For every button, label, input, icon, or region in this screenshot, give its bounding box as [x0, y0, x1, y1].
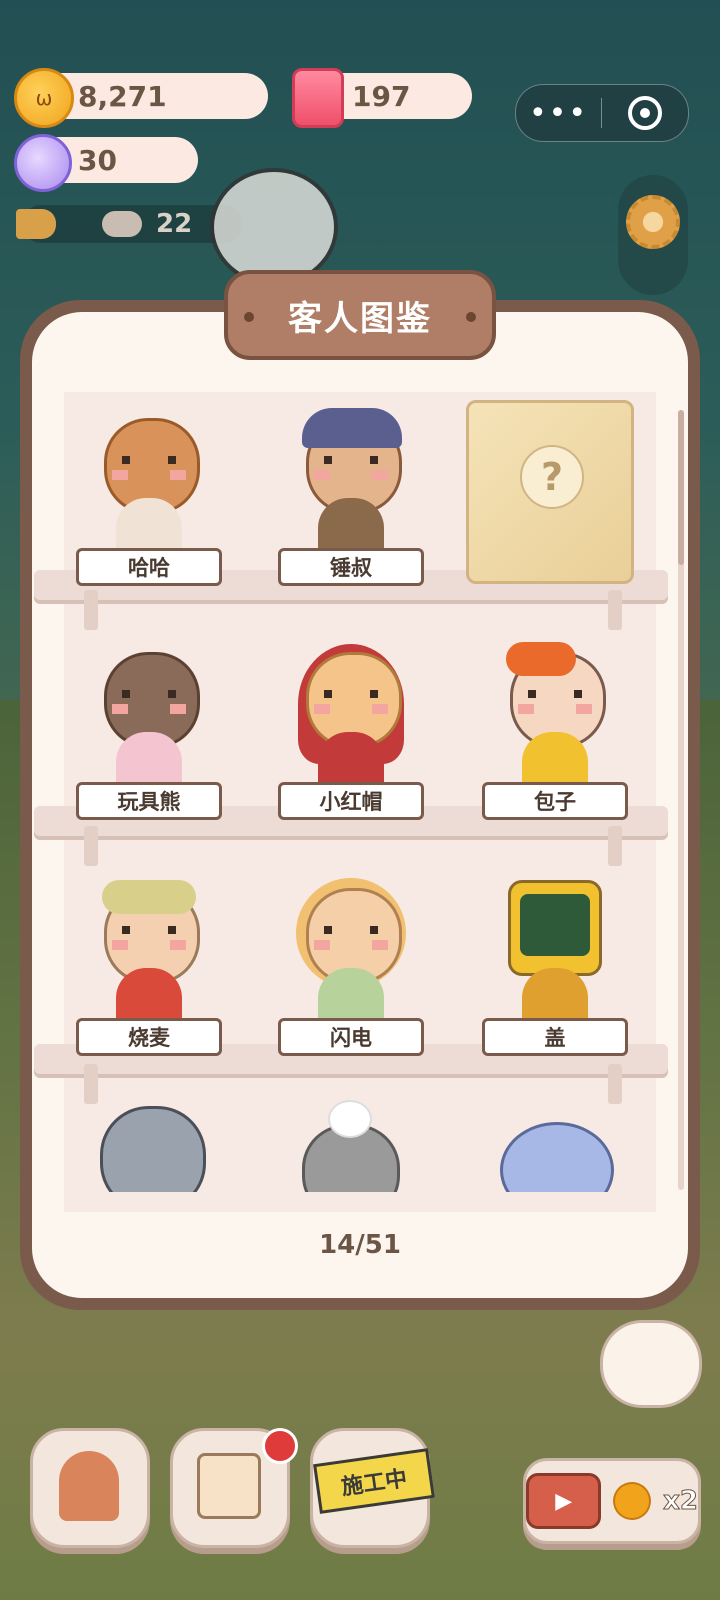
miniprogram-capsule: •••: [515, 84, 689, 142]
guest-card-xiaohongmao[interactable]: 小红帽: [278, 642, 424, 822]
dialog-title: 客人图鉴: [288, 298, 432, 339]
guest-card-haha[interactable]: 哈哈: [76, 408, 222, 588]
gear-icon: [626, 195, 680, 249]
house-icon: [59, 1451, 119, 1521]
house-button[interactable]: [30, 1428, 150, 1548]
guest-portrait: [94, 642, 204, 792]
notification-badge: [262, 1428, 298, 1464]
coin-icon: ω: [14, 68, 74, 128]
guest-name: 玩具熊: [76, 782, 222, 820]
shelf-bracket: [84, 826, 98, 866]
dialog-title-plate: 客人图鉴: [224, 270, 496, 360]
guest-card-shaomai[interactable]: 烧麦: [76, 878, 222, 1058]
shelf-bracket: [84, 590, 98, 630]
gems-value: 197: [352, 79, 411, 113]
visitors-icon: [102, 211, 142, 237]
jam-jar-icon: [292, 68, 344, 128]
guest-portrait: [94, 878, 204, 1028]
guest-card-baozi[interactable]: 包子: [482, 642, 628, 822]
question-mark-icon: ?: [520, 445, 584, 509]
collection-progress: 14/51: [319, 1230, 401, 1260]
scrollbar-thumb[interactable]: [678, 410, 684, 565]
guest-portrait: [296, 878, 406, 1028]
guest-portrait: [296, 408, 406, 558]
visitors-value: 22: [156, 209, 193, 239]
guest-name: 盖: [482, 1018, 628, 1056]
guest-portrait: [500, 642, 610, 792]
locked-guest-card[interactable]: ?: [466, 400, 634, 584]
more-menu-button[interactable]: •••: [516, 96, 601, 131]
guest-card-shark[interactable]: [500, 1122, 614, 1192]
guest-name: 锤叔: [278, 548, 424, 586]
whipped-cream-icon: [328, 1100, 372, 1138]
shelf-bracket: [84, 1064, 98, 1104]
guest-portrait: [500, 878, 610, 1028]
coins-value: 8,271: [78, 79, 167, 113]
candy-value: 30: [78, 143, 117, 177]
panda-character: [210, 168, 338, 286]
guest-name: 包子: [482, 782, 628, 820]
shelf-bracket: [608, 590, 622, 630]
megaphone-icon: [16, 209, 56, 239]
coin-icon: [613, 1482, 652, 1520]
close-miniprogram-button[interactable]: [602, 96, 687, 130]
diary-icon: [197, 1453, 261, 1519]
watch-ad-double-button[interactable]: ▶ x2: [523, 1458, 701, 1544]
nail-left: [244, 312, 254, 322]
guest-name: 小红帽: [278, 782, 424, 820]
guest-name: 烧麦: [76, 1018, 222, 1056]
settings-button[interactable]: [618, 175, 688, 295]
visitor-counter[interactable]: 22: [16, 205, 242, 243]
guest-card-shandian[interactable]: 闪电: [278, 878, 424, 1058]
guest-card-gai[interactable]: 盖: [482, 878, 628, 1058]
shelf-bracket: [608, 1064, 622, 1104]
guest-card-wanjuxiong[interactable]: 玩具熊: [76, 642, 222, 822]
shelf-bracket: [608, 826, 622, 866]
guest-portrait: [296, 642, 406, 792]
candy-icon: [14, 134, 72, 192]
guest-name: 哈哈: [76, 548, 222, 586]
npc-speech-bubble[interactable]: [600, 1320, 702, 1408]
row-4-clip: [52, 1100, 644, 1192]
tv-icon: ▶: [526, 1473, 602, 1529]
guest-card-husky[interactable]: [100, 1106, 206, 1192]
nail-right: [466, 312, 476, 322]
guest-name: 闪电: [278, 1018, 424, 1056]
multiplier-label: x2: [663, 1486, 699, 1517]
target-icon: [627, 96, 662, 130]
guest-portrait: [94, 408, 204, 558]
guest-card-chuishu[interactable]: 锤叔: [278, 408, 424, 588]
